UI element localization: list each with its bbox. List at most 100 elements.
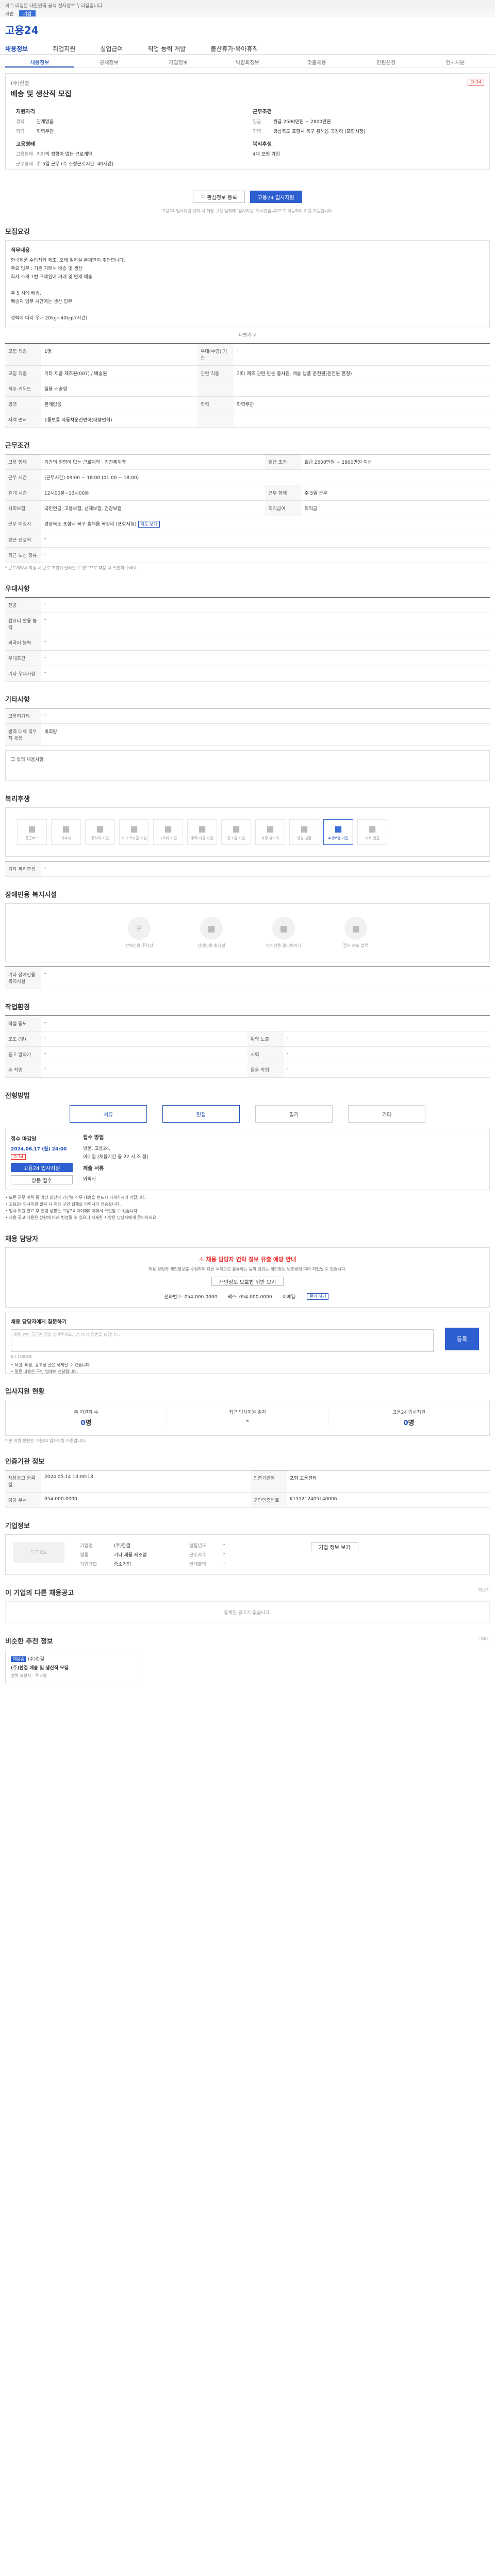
apply-button[interactable]: 고용24 입사지원	[11, 1163, 73, 1172]
etc-table: 고용허가제 - 병역 대체 복무자 채용 비희망	[5, 708, 490, 746]
disabled-item: ■ 장애인용 엘리베이터	[258, 917, 309, 948]
nav-item[interactable]: 출산휴가·육아휴직	[210, 44, 258, 53]
process-step: 서류	[70, 1105, 147, 1123]
work-note: * 근로계약서 작성 시 근로 조건이 달라질 수 있으므로 채용 시 확인해 …	[5, 566, 138, 570]
rec-title: (주)한결 배송 및 생산직 모집	[11, 1666, 69, 1671]
welfare-item: ■ 생일 선물	[289, 819, 319, 845]
site-logo[interactable]: 고용24	[5, 22, 39, 37]
subnav-item[interactable]: 채용정보	[5, 55, 75, 67]
cake-icon: ■	[300, 824, 308, 834]
qa-box: 채용 담당자에게 질문하기 채용 관련 궁금한 점을 남겨주세요. 담당자가 답…	[5, 1312, 490, 1374]
section-title: 작업환경	[5, 1004, 30, 1011]
section-title: 비슷한 추천 정보 더보기	[5, 1636, 490, 1646]
qa-submit-button[interactable]: 등록	[445, 1328, 479, 1350]
subnav-item[interactable]: 맞춤채용	[282, 55, 351, 67]
rec-company: (주)한결	[27, 1657, 44, 1662]
meta-table: 채용공고 등록일 2024.05.14 10:00:13 인증기관명 포항 고용센터 …	[5, 1470, 490, 1508]
qa-input[interactable]: 채용 관련 궁금한 점을 남겨주세요. 담당자가 답변을 드립니다.	[11, 1329, 434, 1352]
privacy-warning: ⚠ 채용 담당자 연락 정보 유출 예방 안내 채용 담당자 개인정보를 수집하…	[5, 1247, 490, 1308]
company-info-button[interactable]: 기업 정보 보기	[311, 1542, 358, 1551]
welfare-item: ■ 4대보험 가입	[323, 819, 353, 845]
summary-heading: 고용형태	[16, 142, 35, 147]
more-button[interactable]: 더보기 ∨	[5, 331, 490, 338]
status-badge: 채용중	[11, 1656, 27, 1662]
summary-row: 4대 보험 가입	[253, 152, 280, 157]
stats-note: * 본 지원 현황은 고용24 입사지원 기준입니다.	[5, 1438, 87, 1443]
subnav-item[interactable]: 박람회정보	[213, 55, 282, 67]
subnav-item[interactable]: 공채정보	[74, 55, 143, 67]
welfare-box: ■ 통근버스 ■ 기숙사 ■ 중식비 지원 ■ 자녀 학자금 지원 ■ 교육비 지원 ■ 주…	[5, 807, 490, 857]
welfare-item: ■ 기숙사	[51, 819, 81, 845]
summary-row: 경력 관계없음	[16, 120, 54, 125]
welfare-item: ■ 주택 자금 지원	[187, 819, 217, 845]
scrap-button[interactable]: ♡ 관심정보 등록	[193, 191, 245, 203]
book-icon: ■	[164, 824, 172, 834]
nav-item[interactable]: 실업급여	[100, 44, 123, 53]
home-icon: ■	[198, 824, 206, 834]
rec-meta: 경북 포항시 · 주 5일	[11, 1673, 47, 1678]
dday-badge: D-34	[11, 1154, 26, 1160]
stat-item: 최근 입사지원 일자 -	[167, 1409, 328, 1427]
sub-nav: 채용정보 공채정보 기업정보 박람회정보 맞춤채용 민원신청 인사처분	[0, 55, 495, 68]
recruit-table: 모집 직종 1명 우대(수령) 기간 - 모집 직종 기타 제품 제조원(007) / …	[5, 343, 490, 428]
company-logo: 로고 없음	[13, 1542, 64, 1563]
welfare-item: ■ 경조금 지원	[221, 819, 251, 845]
summary-row: 지역 경상북도 포항시 북구 흥해읍 곡강리 (포항시청)	[253, 129, 366, 134]
user-type-tabs: 개인 기업	[0, 9, 495, 18]
recommend-card[interactable]: 채용중 (주)한결 (주)한결 배송 및 생산직 모집 경북 포항시 · 주 5…	[5, 1650, 139, 1684]
welfare-item: ■ 차량 유지비	[255, 819, 285, 845]
nav-item[interactable]: 취업지원	[53, 44, 75, 53]
section-title: 모집요강	[5, 228, 30, 236]
stat-item: 총 지원자 수 0명	[6, 1409, 167, 1427]
apply-method: 방문, 고용24, 이메일 (채용기간 등 22 시 조 정)	[83, 1146, 148, 1160]
gov-notice: 이 누리집은 대한민국 공식 전자정부 누리집입니다.	[0, 0, 495, 9]
summary-heading: 복리후생	[253, 142, 272, 147]
welfare-item: ■ 중식비 지원	[85, 819, 115, 845]
elevator-icon: ■	[272, 917, 295, 940]
map-button[interactable]: 지도 보기	[138, 521, 160, 528]
section-title: 복리후생	[5, 795, 30, 803]
disabled-item: P 장애인용 주차장	[113, 917, 165, 948]
nav-item[interactable]: 채용정보	[5, 44, 28, 53]
summary-row: 임금 월급 2500만원 ~ 2800만원	[253, 120, 331, 125]
section-title: 채용 담당자	[5, 1235, 39, 1243]
toilet-icon: ■	[200, 917, 223, 940]
company-info: 로고 없음 기업명 (주)한결 설립년도 - 업종 기타 제품 제조업 근로자수 - 기업규…	[5, 1534, 490, 1575]
privacy-law-button[interactable]: 개인정보 보호법 위반 보기	[211, 1277, 284, 1286]
job-title: 배송 및 생산직 모집	[11, 90, 72, 98]
section-title: 장애인용 복지시설	[5, 891, 57, 899]
tab-company[interactable]: 기업	[19, 10, 36, 17]
section-title: 기업정보	[5, 1522, 30, 1530]
summary-row: 학력 학력무관	[16, 129, 54, 134]
apply-stats: 총 지원자 수 0명 최근 입사지원 일자 - 고용24 입사지원 0명	[5, 1400, 490, 1436]
apply-button[interactable]: 고용24 입사지원	[250, 191, 302, 203]
meal-icon: ■	[96, 824, 104, 834]
pref-table: 전공 - 컴퓨터 활용 능력 - 외국어 능력 - 우대조건 - 기타 우대사항 -	[5, 597, 490, 682]
house-icon: ■	[62, 824, 70, 834]
tab-personal[interactable]: 개인	[5, 10, 14, 17]
desc-heading: 직무내용	[11, 248, 30, 253]
qa-count: 0 / 1000자	[11, 1354, 32, 1359]
welfare-item: ■ 통근버스	[17, 819, 47, 845]
related-more-link[interactable]: 더보기	[478, 1587, 490, 1593]
subnav-item[interactable]: 민원신청	[351, 55, 420, 67]
recommend-more-link[interactable]: 더보기	[478, 1636, 490, 1641]
heart-icon: ♡	[201, 194, 207, 200]
child-icon: ■	[130, 824, 138, 834]
parking-icon: P	[128, 917, 151, 940]
deadline-date: 2024.06.17 (월) 24:00	[11, 1147, 67, 1152]
insurance-icon: ■	[334, 824, 342, 834]
car-icon: ■	[266, 824, 274, 834]
subnav-item[interactable]: 인사처분	[421, 55, 490, 67]
subnav-item[interactable]: 기업정보	[144, 55, 213, 67]
contact-button[interactable]: 문의 하기	[307, 1293, 329, 1300]
welfare-item: ■ 자녀 학자금 지원	[119, 819, 149, 845]
nav-item[interactable]: 직업 능력 개발	[148, 44, 186, 53]
visit-apply-button[interactable]: 방문 접수	[11, 1175, 73, 1184]
apply-notice: 고용24 입사지원 선택 시 해당 구인 업체에 ‘입사지원’ 하시겠습니까? …	[161, 209, 334, 213]
job-description: 직무내용 한국제품 수입처와 제조, 오래 일하실 분께만이 추천합니다. 주요…	[5, 240, 490, 328]
gift-icon: ■	[232, 824, 240, 834]
welfare-item: ■ 교육비 지원	[153, 819, 183, 845]
process-step: 기타	[348, 1105, 425, 1123]
company-name: (주)한결	[11, 81, 29, 87]
